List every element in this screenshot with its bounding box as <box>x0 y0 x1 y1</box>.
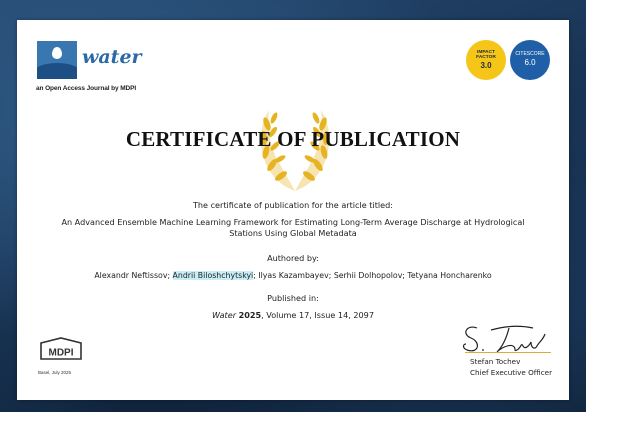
authors-list: Alexandr Neftissov; Andrii Biloshchytsky… <box>57 270 529 281</box>
certificate-title: CERTIFICATE OF PUBLICATION <box>125 127 461 151</box>
water-drop-icon <box>52 47 62 59</box>
citation-journal: Water <box>212 310 237 320</box>
impact-factor-value: 3.0 <box>480 60 492 70</box>
signatory-name: Stefan Tochev <box>470 357 521 366</box>
citation-details: , Volume 17, Issue 14, 2097 <box>261 310 374 320</box>
water-journal-logo-icon <box>37 41 77 79</box>
intro-text: The certificate of publication for the a… <box>192 200 393 210</box>
mdpi-logo-text: MDPI <box>49 348 74 359</box>
journal-name: water <box>82 46 142 68</box>
signature-image <box>462 325 546 353</box>
authored-by-label: Authored by: <box>267 253 319 263</box>
authors-after: ; Ilyas Kazambayev; Serhii Dolhopolov; T… <box>253 271 492 280</box>
wave-shape <box>37 63 77 79</box>
published-in-label: Published in: <box>267 293 319 303</box>
citescore-value: 6.0 <box>524 57 536 67</box>
highlighted-author: Andrii Biloshchytskyi <box>172 271 254 280</box>
journal-tagline: an Open Access Journal by MDPI <box>36 85 137 92</box>
article-title: An Advanced Ensemble Machine Learning Fr… <box>61 217 525 238</box>
mdpi-logo: MDPI <box>40 337 82 360</box>
signatory-role: Chief Executive Officer <box>470 368 553 377</box>
impact-factor-label: IMPACT FACTOR <box>476 49 496 61</box>
certificate: water an Open Access Journal by MDPI IMP… <box>17 20 569 400</box>
impact-factor-badge: IMPACT FACTOR 3.0 <box>466 40 506 80</box>
place-date: Basel, July 2025 <box>38 370 72 375</box>
authors-before: Alexandr Neftissov; <box>94 271 173 280</box>
signature-line <box>465 352 551 353</box>
citation-year: 2025 <box>238 310 262 320</box>
citescore-badge: CITESCORE 6.0 <box>510 40 550 80</box>
